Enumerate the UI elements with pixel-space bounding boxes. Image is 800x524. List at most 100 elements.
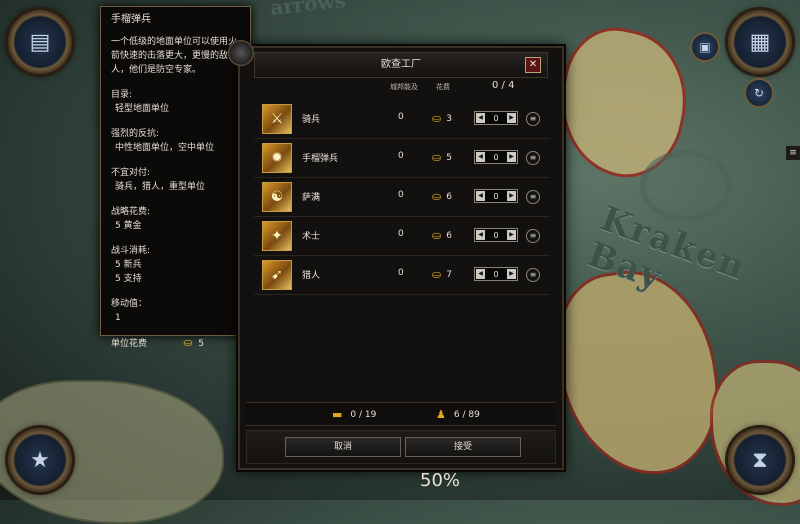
supplies-icon: ▬	[332, 408, 343, 421]
unit-name: 骑兵	[302, 115, 321, 125]
unit-info-button[interactable]: ≡	[526, 268, 540, 282]
tooltip-target-value: 轻型地面单位	[115, 104, 170, 114]
tooltip-target-label: 目录:	[111, 90, 133, 100]
decrement-button[interactable]: ◀	[476, 113, 485, 123]
unit-cost: ⛀ 3	[432, 112, 452, 125]
recruit-icon: ♟	[436, 408, 446, 421]
unit-cost: ⛀ 6	[432, 190, 452, 203]
tooltip-title: 手榴弹兵	[111, 14, 151, 25]
menu-medallion-top-left[interactable]: ▤	[8, 10, 72, 74]
info-icon: ≡	[529, 231, 537, 240]
unit-row[interactable]: ☯ 萨满 0 ⛀ 6 ◀ 0 ▶ ≡	[254, 178, 550, 217]
close-button[interactable]: ✕	[525, 57, 541, 73]
quantity-value[interactable]: 0	[493, 153, 498, 162]
increment-button[interactable]: ▶	[507, 269, 516, 279]
action-bar: 取消 接受	[246, 430, 556, 464]
unit-info-button[interactable]: ≡	[526, 112, 540, 126]
unit-count: 0 / 4	[492, 80, 515, 91]
chest-icon: ▣	[699, 40, 711, 54]
resource-bar: ▬ 0 / 19 ♟ 6 / 89	[246, 402, 556, 426]
unit-cost-value: 3	[446, 113, 452, 124]
unit-info-button[interactable]: ≡	[526, 229, 540, 243]
unit-row[interactable]: ✹ 手榴弹兵 0 ⛀ 5 ◀ 0 ▶ ≡	[254, 139, 550, 178]
increment-button[interactable]: ▶	[507, 113, 516, 123]
side-tab[interactable]: ≡	[786, 146, 800, 160]
accept-button[interactable]: 接受	[405, 437, 521, 457]
tooltip-move-label: 移动值：	[111, 299, 148, 309]
tooltip-unit-cost-label: 单位花费	[111, 338, 148, 349]
refresh-icon: ↻	[753, 86, 765, 100]
unit-cost: ⛀ 7	[432, 268, 452, 281]
unit-name: 手榴弹兵	[302, 154, 339, 164]
hunter-icon[interactable]: ➹	[262, 260, 292, 290]
quantity-value[interactable]: 0	[493, 114, 498, 123]
star-icon: ★	[30, 447, 50, 473]
info-icon: ≡	[529, 153, 537, 162]
grenadier-icon[interactable]: ✹	[262, 143, 292, 173]
map-button[interactable]: ▣	[690, 32, 720, 62]
panel-header: 欧查工厂 ✕	[254, 52, 548, 78]
warlock-icon[interactable]: ✦	[262, 221, 292, 251]
unit-cost: ⛀ 5	[432, 151, 452, 164]
resource-supplies-value: 0 / 19	[350, 409, 377, 420]
scroll-icon: ▦	[749, 29, 771, 55]
decrement-button[interactable]: ◀	[476, 230, 485, 240]
unit-owned: 0	[398, 268, 404, 278]
info-icon: ≡	[529, 270, 537, 279]
quantity-value[interactable]: 0	[493, 270, 498, 279]
quantity-value[interactable]: 0	[493, 231, 498, 240]
tooltip-move-section: 移动值： 1	[111, 297, 240, 325]
quantity-stepper[interactable]: ◀ 0 ▶	[474, 189, 518, 203]
menu-medallion-bottom-right[interactable]: ⧗	[728, 428, 792, 492]
book-icon: ▤	[29, 29, 51, 55]
unit-row[interactable]: ✦ 术士 0 ⛀ 6 ◀ 0 ▶ ≡	[254, 217, 550, 256]
tooltip-upkeep-value-2: 5 支持	[115, 274, 142, 284]
increment-button[interactable]: ▶	[507, 230, 516, 240]
info-icon: ≡	[529, 192, 537, 201]
quantity-stepper[interactable]: ◀ 0 ▶	[474, 111, 518, 125]
tooltip-unit-cost-row: 单位花费 ⛀ 5	[111, 336, 240, 351]
tooltip-strong-section: 强烈的反抗: 中性地面单位，空中单位	[111, 127, 240, 155]
quantity-stepper[interactable]: ◀ 0 ▶	[474, 228, 518, 242]
tooltip-upkeep-value-1: 5 新兵	[115, 260, 142, 270]
quantity-value[interactable]: 0	[493, 192, 498, 201]
unit-owned: 0	[398, 112, 404, 122]
tooltip-target-section: 目录: 轻型地面单位	[111, 88, 240, 116]
unit-row[interactable]: ➹ 猎人 0 ⛀ 7 ◀ 0 ▶ ≡	[254, 256, 550, 295]
shaman-icon[interactable]: ☯	[262, 182, 292, 212]
decrement-button[interactable]: ◀	[476, 269, 485, 279]
decrement-button[interactable]: ◀	[476, 191, 485, 201]
menu-medallion-top-right[interactable]: ▦	[728, 10, 792, 74]
unit-info-button[interactable]: ≡	[526, 151, 540, 165]
gold-coin-icon: ⛀	[432, 151, 442, 164]
unit-owned: 0	[398, 190, 404, 200]
zoom-percent: 50%	[420, 470, 461, 491]
quantity-stepper[interactable]: ◀ 0 ▶	[474, 150, 518, 164]
list-icon: ≡	[789, 148, 797, 158]
tooltip-strong-value: 中性地面单位，空中单位	[115, 143, 215, 153]
unit-cost-value: 6	[446, 191, 452, 202]
unit-name: 猎人	[302, 271, 321, 281]
resource-supplies: ▬ 0 / 19	[332, 408, 376, 421]
map-label-top: arrows	[268, 0, 347, 20]
tooltip-weak-label: 不宜对付:	[111, 168, 151, 178]
increment-button[interactable]: ▶	[507, 152, 516, 162]
quantity-stepper[interactable]: ◀ 0 ▶	[474, 267, 518, 281]
cancel-button[interactable]: 取消	[285, 437, 401, 457]
unit-row[interactable]: ⚔ 骑兵 0 ⛀ 3 ◀ 0 ▶ ≡	[254, 100, 550, 139]
resource-recruits: ♟ 6 / 89	[436, 408, 480, 421]
unit-info-button[interactable]: ≡	[526, 190, 540, 204]
unit-owned: 0	[398, 229, 404, 239]
unit-cost-value: 7	[446, 269, 452, 280]
gold-coin-icon: ⛀	[432, 268, 442, 281]
info-icon: ≡	[529, 114, 537, 123]
tooltip-unit-cost-value: 5	[198, 339, 204, 349]
decrement-button[interactable]: ◀	[476, 152, 485, 162]
gold-coin-icon: ⛀	[432, 112, 442, 125]
menu-medallion-bottom-left[interactable]: ★	[8, 428, 72, 492]
cavalry-icon[interactable]: ⚔	[262, 104, 292, 134]
unit-name: 术士	[302, 232, 321, 242]
rotate-button[interactable]: ↻	[744, 78, 774, 108]
increment-button[interactable]: ▶	[507, 191, 516, 201]
tooltip-upkeep-section: 战斗消耗: 5 新兵 5 支持	[111, 244, 240, 286]
